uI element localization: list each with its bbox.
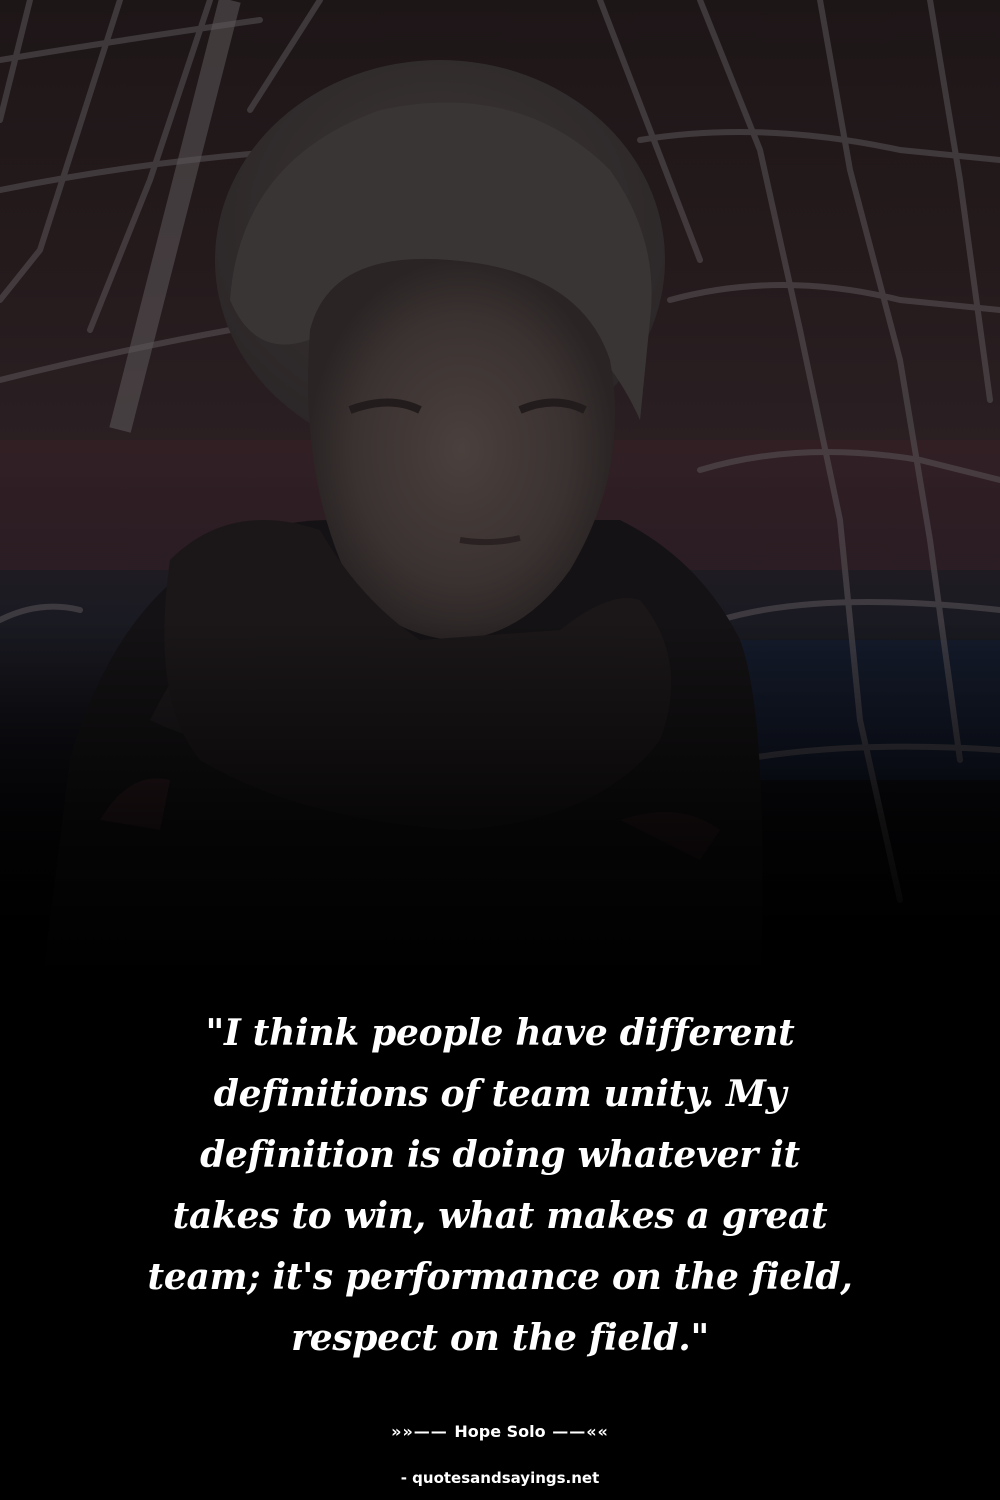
quote-author: »»—— Hope Solo ——«« (0, 1420, 1000, 1444)
source-credit: - quotesandsayings.net (400, 1469, 600, 1487)
quote-poster: "I think people have different definitio… (0, 0, 1000, 1500)
quote-line: team; it's performance on the field, (147, 1256, 853, 1298)
quote-line: "I think people have different (205, 1012, 795, 1054)
quote-line: respect on the field." (291, 1317, 709, 1359)
quote-text: "I think people have different definitio… (110, 1003, 890, 1369)
author-name: Hope Solo (454, 1422, 546, 1441)
quote-line: definition is doing whatever it (200, 1134, 800, 1176)
photo-fade-overlay (0, 0, 1000, 1000)
author-ornament-right: ——«« (545, 1422, 609, 1441)
quote-line: takes to win, what makes a great (172, 1195, 828, 1237)
quote-line: definitions of team unity. My (213, 1073, 787, 1115)
author-ornament-left: »»—— (391, 1422, 455, 1441)
